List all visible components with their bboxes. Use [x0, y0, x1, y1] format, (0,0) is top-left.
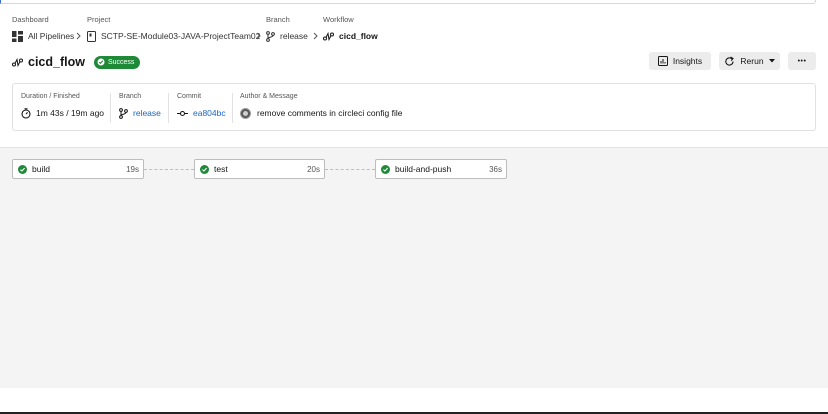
- more-icon: •••: [797, 57, 807, 65]
- info-commit-label: Commit: [177, 93, 202, 100]
- info-branch-label: Branch: [119, 93, 142, 100]
- top-panel-edge: [0, 0, 816, 4]
- job-duration: 20s: [307, 164, 320, 174]
- rerun-button-label: Rerun: [740, 56, 764, 66]
- grid-icon: [12, 30, 23, 42]
- breadcrumb-dashboard: Dashboard All Pipelines: [12, 14, 74, 44]
- breadcrumb-dashboard-label: Dashboard: [12, 15, 49, 24]
- breadcrumb-workflow-label: Workflow: [323, 15, 354, 24]
- workflow-icon: [12, 57, 23, 67]
- job-name: build: [32, 164, 50, 174]
- timer-icon: [21, 107, 31, 119]
- info-author-label: Author & Message: [240, 93, 298, 100]
- status-badge-label: Success: [107, 58, 135, 66]
- job-connector: [325, 168, 375, 170]
- chevron-right-icon: [256, 28, 261, 44]
- info-author-value-row: remove comments in circleci config file: [240, 106, 403, 120]
- job-duration: 19s: [126, 164, 139, 174]
- commit-message: remove comments in circleci config file: [257, 108, 403, 118]
- job-name: build-and-push: [395, 164, 452, 174]
- divider: [168, 93, 169, 123]
- divider: [232, 93, 233, 123]
- insights-button-label: Insights: [672, 56, 703, 66]
- breadcrumb-project-label: Project: [87, 15, 111, 24]
- git-commit-icon: [177, 110, 188, 116]
- workflow-graph-canvas[interactable]: [0, 147, 828, 388]
- rerun-button[interactable]: Rerun: [719, 52, 780, 70]
- breadcrumb-dashboard-value: All Pipelines: [28, 31, 75, 41]
- info-duration-label: Duration / Finished: [21, 93, 80, 100]
- check-circle-icon: [18, 164, 27, 174]
- git-branch-icon: [119, 107, 128, 119]
- job-connector: [144, 168, 194, 170]
- breadcrumb-workflow: Workflow cicd_flow: [323, 14, 378, 44]
- job-card-build[interactable]: build 19s: [12, 159, 144, 179]
- check-circle-icon: [200, 164, 209, 174]
- breadcrumb-branch-value: release: [280, 31, 308, 41]
- breadcrumb-branch: Branch release: [266, 14, 308, 44]
- git-branch-icon: [266, 30, 275, 42]
- breadcrumb-project-link[interactable]: SCTP-SE-Module03-JAVA-ProjectTeam02: [87, 28, 260, 44]
- workflow-header: cicd_flow Success: [12, 52, 141, 72]
- more-options-button[interactable]: •••: [788, 52, 816, 70]
- info-branch-link[interactable]: release: [119, 106, 161, 120]
- status-badge: Success: [93, 55, 141, 69]
- job-name: test: [214, 164, 228, 174]
- repo-icon: [87, 30, 96, 42]
- divider: [110, 93, 111, 123]
- check-circle-icon: [97, 58, 105, 66]
- page-title: cicd_flow: [28, 55, 85, 69]
- job-card-test[interactable]: test 20s: [194, 159, 325, 179]
- check-circle-icon: [381, 164, 390, 174]
- refresh-icon: [725, 56, 735, 66]
- workflow-info-panel: Duration / Finished 1m 43s / 19m ago Bra…: [12, 83, 816, 131]
- info-commit-value: ea804bc: [193, 108, 226, 118]
- info-duration-value: 1m 43s / 19m ago: [36, 108, 105, 118]
- workflow-icon: [323, 31, 334, 41]
- info-branch-value: release: [133, 108, 161, 118]
- breadcrumb-branch-link[interactable]: release: [266, 28, 308, 44]
- breadcrumb-dashboard-link[interactable]: All Pipelines: [12, 28, 74, 44]
- info-commit-link[interactable]: ea804bc: [177, 106, 226, 120]
- breadcrumb-workflow-current: cicd_flow: [323, 28, 378, 44]
- job-card-build-and-push[interactable]: build-and-push 36s: [375, 159, 507, 179]
- breadcrumb-branch-label: Branch: [266, 15, 290, 24]
- insights-button[interactable]: Insights: [649, 52, 711, 70]
- chevron-right-icon: [313, 28, 318, 44]
- job-duration: 36s: [489, 164, 502, 174]
- breadcrumb-workflow-value: cicd_flow: [339, 31, 378, 41]
- avatar: [240, 107, 251, 119]
- caret-down-icon: [768, 59, 775, 63]
- chevron-right-icon: [76, 28, 81, 44]
- info-duration-value-row: 1m 43s / 19m ago: [21, 106, 104, 120]
- breadcrumb-project-value: SCTP-SE-Module03-JAVA-ProjectTeam02: [101, 31, 261, 41]
- chart-icon: [657, 56, 668, 66]
- breadcrumb-project: Project SCTP-SE-Module03-JAVA-ProjectTea…: [87, 14, 260, 44]
